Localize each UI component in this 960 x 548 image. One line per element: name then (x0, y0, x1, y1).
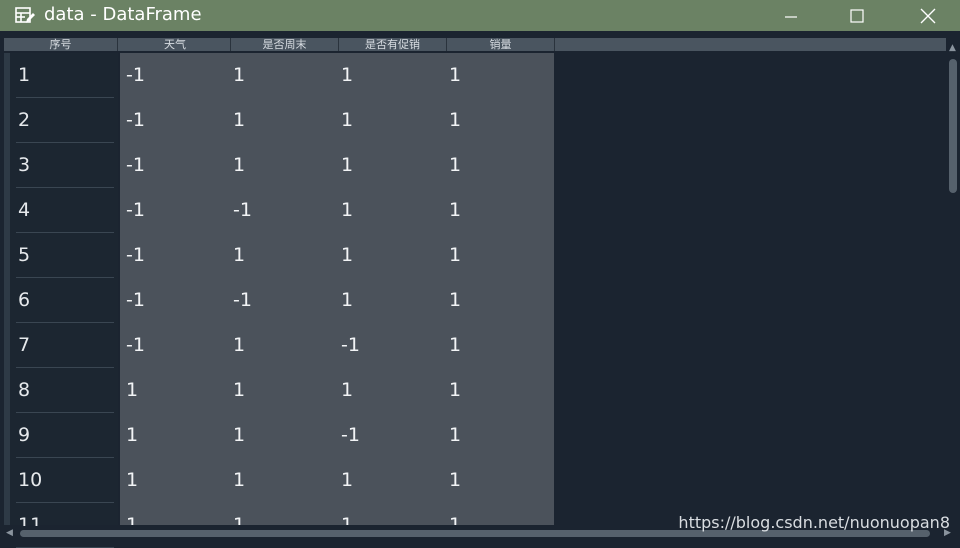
scroll-up-arrow-icon[interactable]: ▲ (949, 43, 956, 53)
table-cell[interactable]: 1 (233, 368, 245, 413)
table-row: -1 1 1 1 (120, 233, 554, 278)
table-cell[interactable]: 1 (233, 413, 245, 458)
window-title: data - DataFrame (44, 4, 202, 25)
table-cell[interactable]: -1 (126, 143, 145, 188)
vertical-scroll-thumb[interactable] (949, 59, 957, 193)
table-cell[interactable]: 1 (341, 53, 353, 98)
dataframe-window: data - DataFrame 序号 天气 是否周末 是否有促销 销量 1 2 (0, 0, 960, 548)
table-cell[interactable]: -1 (233, 278, 252, 323)
empty-grid-area (554, 53, 946, 525)
title-bar[interactable]: data - DataFrame (0, 0, 960, 31)
table-row: -1 -1 1 1 (120, 188, 554, 233)
table-row: 1 1 1 1 (120, 458, 554, 503)
table-row: -1 1 1 1 (120, 143, 554, 188)
data-grid: -1 1 1 1 -1 1 1 1 -1 1 1 1 -1 -1 1 1 -1 … (120, 53, 554, 525)
table-cell[interactable]: 1 (341, 368, 353, 413)
table-cell[interactable]: 1 (233, 53, 245, 98)
row-index[interactable]: 1 (16, 53, 114, 98)
table-cell[interactable]: 1 (233, 98, 245, 143)
table-cell[interactable]: 1 (449, 233, 461, 278)
table-cell[interactable]: 1 (449, 143, 461, 188)
table-cell[interactable]: 1 (233, 233, 245, 278)
close-button[interactable] (905, 0, 951, 31)
column-header[interactable]: 是否周末 (231, 38, 339, 51)
maximize-icon (850, 8, 864, 23)
table-row: -1 1 1 1 (120, 98, 554, 143)
table-cell[interactable]: -1 (126, 233, 145, 278)
table-cell[interactable]: 1 (126, 458, 138, 503)
table-cell[interactable]: 1 (341, 188, 353, 233)
column-header[interactable]: 是否有促销 (339, 38, 447, 51)
table-cell[interactable]: -1 (341, 413, 360, 458)
table-cell[interactable]: 1 (449, 503, 461, 525)
table-cell[interactable]: 1 (449, 98, 461, 143)
table-cell[interactable]: 1 (341, 98, 353, 143)
table-row: -1 1 -1 1 (120, 323, 554, 368)
table-cell[interactable]: 1 (449, 188, 461, 233)
table-row: 1 1 1 1 (120, 503, 554, 525)
close-icon (920, 8, 936, 23)
table-cell[interactable]: -1 (126, 188, 145, 233)
table-cell[interactable]: 1 (233, 458, 245, 503)
table-row: 1 1 -1 1 (120, 413, 554, 458)
table-cell[interactable]: -1 (233, 188, 252, 233)
table-row: 1 1 1 1 (120, 368, 554, 413)
row-index-column: 1 2 3 4 5 6 7 8 9 10 11 (4, 53, 118, 548)
scroll-left-arrow-icon[interactable]: ◀ (6, 528, 13, 538)
table-cell[interactable]: 1 (341, 143, 353, 188)
row-index[interactable]: 9 (16, 413, 114, 458)
watermark-text: https://blog.csdn.net/nuonuopan8 (678, 513, 950, 532)
table-cell[interactable]: 1 (449, 278, 461, 323)
table-header: 序号 天气 是否周末 是否有促销 销量 (4, 38, 946, 51)
column-header[interactable]: 销量 (447, 38, 555, 51)
table-cell[interactable]: 1 (449, 413, 461, 458)
maximize-button[interactable] (834, 0, 880, 31)
row-index[interactable]: 7 (16, 323, 114, 368)
row-index[interactable]: 5 (16, 233, 114, 278)
table-cell[interactable]: 1 (449, 458, 461, 503)
table-cell[interactable]: 1 (341, 278, 353, 323)
table-cell[interactable]: 1 (233, 503, 245, 525)
table-cell[interactable]: 1 (126, 503, 138, 525)
table-row: -1 1 1 1 (120, 53, 554, 98)
table-cell[interactable]: 1 (449, 323, 461, 368)
table-cell[interactable]: 1 (126, 368, 138, 413)
table-cell[interactable]: 1 (341, 503, 353, 525)
column-header[interactable]: 天气 (120, 38, 231, 51)
table-cell[interactable]: 1 (341, 458, 353, 503)
table-cell[interactable]: -1 (126, 98, 145, 143)
table-cell[interactable]: -1 (341, 323, 360, 368)
row-index[interactable]: 4 (16, 188, 114, 233)
table-cell[interactable]: 1 (449, 53, 461, 98)
table-cell[interactable]: -1 (126, 278, 145, 323)
minimize-button[interactable] (768, 0, 814, 31)
row-index[interactable]: 6 (16, 278, 114, 323)
table-edit-icon (15, 7, 35, 23)
row-index[interactable]: 2 (16, 98, 114, 143)
vertical-scrollbar[interactable]: ▲ (946, 43, 960, 525)
table-row: -1 -1 1 1 (120, 278, 554, 323)
table-cell[interactable]: -1 (126, 323, 145, 368)
table-cell[interactable]: 1 (233, 143, 245, 188)
table-cell[interactable]: -1 (126, 53, 145, 98)
minimize-icon (785, 15, 797, 18)
row-index[interactable]: 8 (16, 368, 114, 413)
index-header[interactable]: 序号 (4, 38, 118, 51)
row-index[interactable]: 3 (16, 143, 114, 188)
row-index[interactable]: 10 (16, 458, 114, 503)
table-cell[interactable]: 1 (341, 233, 353, 278)
table-cell[interactable]: 1 (126, 413, 138, 458)
table-cell[interactable]: 1 (233, 323, 245, 368)
table-cell[interactable]: 1 (449, 368, 461, 413)
